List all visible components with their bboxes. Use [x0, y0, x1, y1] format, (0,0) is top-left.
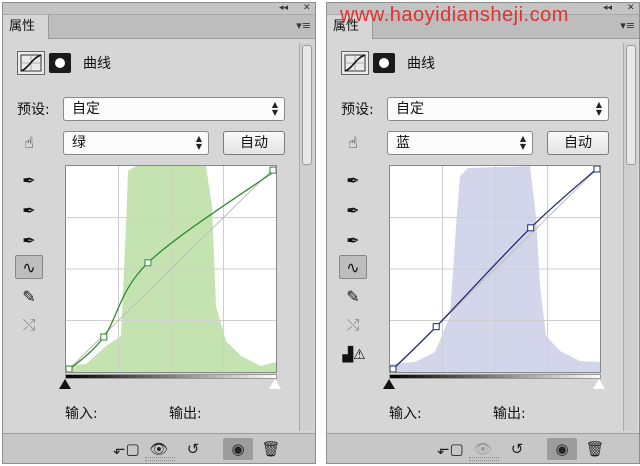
curves-icon: [17, 51, 45, 75]
channel-select-value: 蓝: [396, 135, 410, 151]
scrollbar-thumb[interactable]: [626, 45, 636, 165]
resize-grip[interactable]: [145, 457, 175, 461]
collapse-icon[interactable]: ◂◂: [603, 2, 612, 14]
curve-control-point[interactable]: [593, 165, 601, 173]
adjustment-title: 曲线: [83, 56, 111, 72]
select-arrows-icon: ▲ ▼: [195, 134, 202, 151]
visibility-icon[interactable]: ◉: [547, 438, 577, 460]
hand-icon[interactable]: ☝: [17, 131, 41, 155]
input-gradient-bar: [389, 374, 601, 379]
curve-edit-icon[interactable]: ∿: [339, 255, 367, 279]
curves-graph[interactable]: [389, 165, 601, 373]
gray-point-eyedropper-icon[interactable]: ✒: [17, 199, 41, 223]
curve-control-point[interactable]: [65, 365, 73, 373]
select-arrows-icon: ▲ ▼: [595, 100, 602, 117]
panel-titlebar: ◂◂ ✕: [3, 3, 315, 15]
adjustment-title: 曲线: [407, 56, 435, 72]
scrollbar-thumb[interactable]: [302, 45, 312, 165]
input-gradient-bar: [65, 374, 277, 379]
select-arrows-icon: ▲ ▼: [271, 100, 278, 117]
black-input-slider[interactable]: [383, 379, 395, 389]
output-label: 输出:: [169, 406, 202, 422]
output-label: 输出:: [493, 406, 526, 422]
mask-icon[interactable]: [373, 53, 395, 73]
channel-select-value: 绿: [72, 135, 86, 151]
properties-panel-green: ◂◂ ✕ 属性 ▾≡ 曲线 预设: 自定 ▲ ▼ ☝ 绿 ▲ ▼ 自动 ✒ ✒ ✒ …: [2, 2, 316, 464]
mask-icon[interactable]: [49, 53, 71, 73]
white-input-slider[interactable]: [592, 378, 606, 390]
preset-select-value: 自定: [396, 101, 424, 117]
smooth-icon[interactable]: ⤭: [17, 313, 41, 337]
curve-control-point[interactable]: [527, 224, 535, 232]
curves-graph-canvas[interactable]: [65, 165, 277, 373]
bottom-toolbar: ⬐▢ 👁 ↺ ◉ 🗑: [327, 433, 639, 463]
channel-select[interactable]: 绿 ▲ ▼: [63, 131, 209, 155]
close-icon[interactable]: ✕: [303, 2, 311, 14]
curve-control-point[interactable]: [100, 333, 108, 341]
reset-icon[interactable]: ↺: [505, 438, 529, 460]
pencil-icon[interactable]: ✎: [341, 285, 365, 309]
clipping-warning-icon[interactable]: ▟⚠: [339, 343, 369, 367]
preset-select[interactable]: 自定 ▲ ▼: [387, 97, 609, 121]
preset-select[interactable]: 自定 ▲ ▼: [63, 97, 285, 121]
white-input-slider[interactable]: [268, 378, 282, 390]
input-label: 输入:: [65, 406, 98, 422]
properties-panel-blue: ◂◂ ✕ 属性 ▾≡ 曲线 预设: 自定 ▲ ▼ ☝ 蓝 ▲ ▼ 自动 ✒ ✒ ✒ …: [326, 2, 640, 464]
auto-button[interactable]: 自动: [223, 131, 285, 155]
resize-grip[interactable]: [469, 457, 499, 461]
curve-control-point[interactable]: [269, 166, 277, 174]
scrollbar[interactable]: [299, 43, 313, 431]
close-icon[interactable]: ✕: [627, 2, 635, 14]
white-point-eyedropper-icon[interactable]: ✒: [341, 229, 365, 253]
visibility-icon[interactable]: ◉: [223, 438, 253, 460]
gray-point-eyedropper-icon[interactable]: ✒: [341, 199, 365, 223]
curve-edit-icon[interactable]: ∿: [15, 255, 43, 279]
tab-properties[interactable]: 属性: [3, 15, 49, 39]
input-label: 输入:: [389, 406, 422, 422]
bottom-toolbar: ⬐▢ 👁 ↺ ◉ 🗑: [3, 433, 315, 463]
black-point-eyedropper-icon[interactable]: ✒: [17, 169, 41, 193]
curve-control-point[interactable]: [389, 365, 397, 373]
panel-menu-icon[interactable]: ▾≡: [296, 19, 311, 32]
delete-icon[interactable]: 🗑: [259, 438, 283, 460]
panel-menu-icon[interactable]: ▾≡: [620, 19, 635, 32]
curves-graph[interactable]: [65, 165, 277, 373]
preset-select-value: 自定: [72, 101, 100, 117]
preset-label: 预设:: [17, 102, 50, 118]
auto-button[interactable]: 自动: [547, 131, 609, 155]
clip-to-layer-icon[interactable]: ⬐▢: [113, 438, 140, 460]
smooth-icon[interactable]: ⤭: [341, 313, 365, 337]
reset-icon[interactable]: ↺: [181, 438, 205, 460]
hand-icon[interactable]: ☝: [341, 131, 365, 155]
curves-icon: [341, 51, 369, 75]
collapse-icon[interactable]: ◂◂: [279, 2, 288, 14]
curve-control-point[interactable]: [432, 323, 440, 331]
watermark: www.haoyidiansheji.com: [340, 4, 569, 26]
curve-control-point[interactable]: [144, 259, 152, 267]
delete-icon[interactable]: 🗑: [583, 438, 607, 460]
black-point-eyedropper-icon[interactable]: ✒: [341, 169, 365, 193]
black-input-slider[interactable]: [59, 379, 71, 389]
curves-graph-canvas[interactable]: [389, 165, 601, 373]
white-point-eyedropper-icon[interactable]: ✒: [17, 229, 41, 253]
scrollbar[interactable]: [623, 43, 637, 431]
select-arrows-icon: ▲ ▼: [519, 134, 526, 151]
channel-select[interactable]: 蓝 ▲ ▼: [387, 131, 533, 155]
clip-to-layer-icon[interactable]: ⬐▢: [437, 438, 464, 460]
pencil-icon[interactable]: ✎: [17, 285, 41, 309]
preset-label: 预设:: [341, 102, 374, 118]
panel-tabbar: 属性 ▾≡: [3, 15, 315, 39]
